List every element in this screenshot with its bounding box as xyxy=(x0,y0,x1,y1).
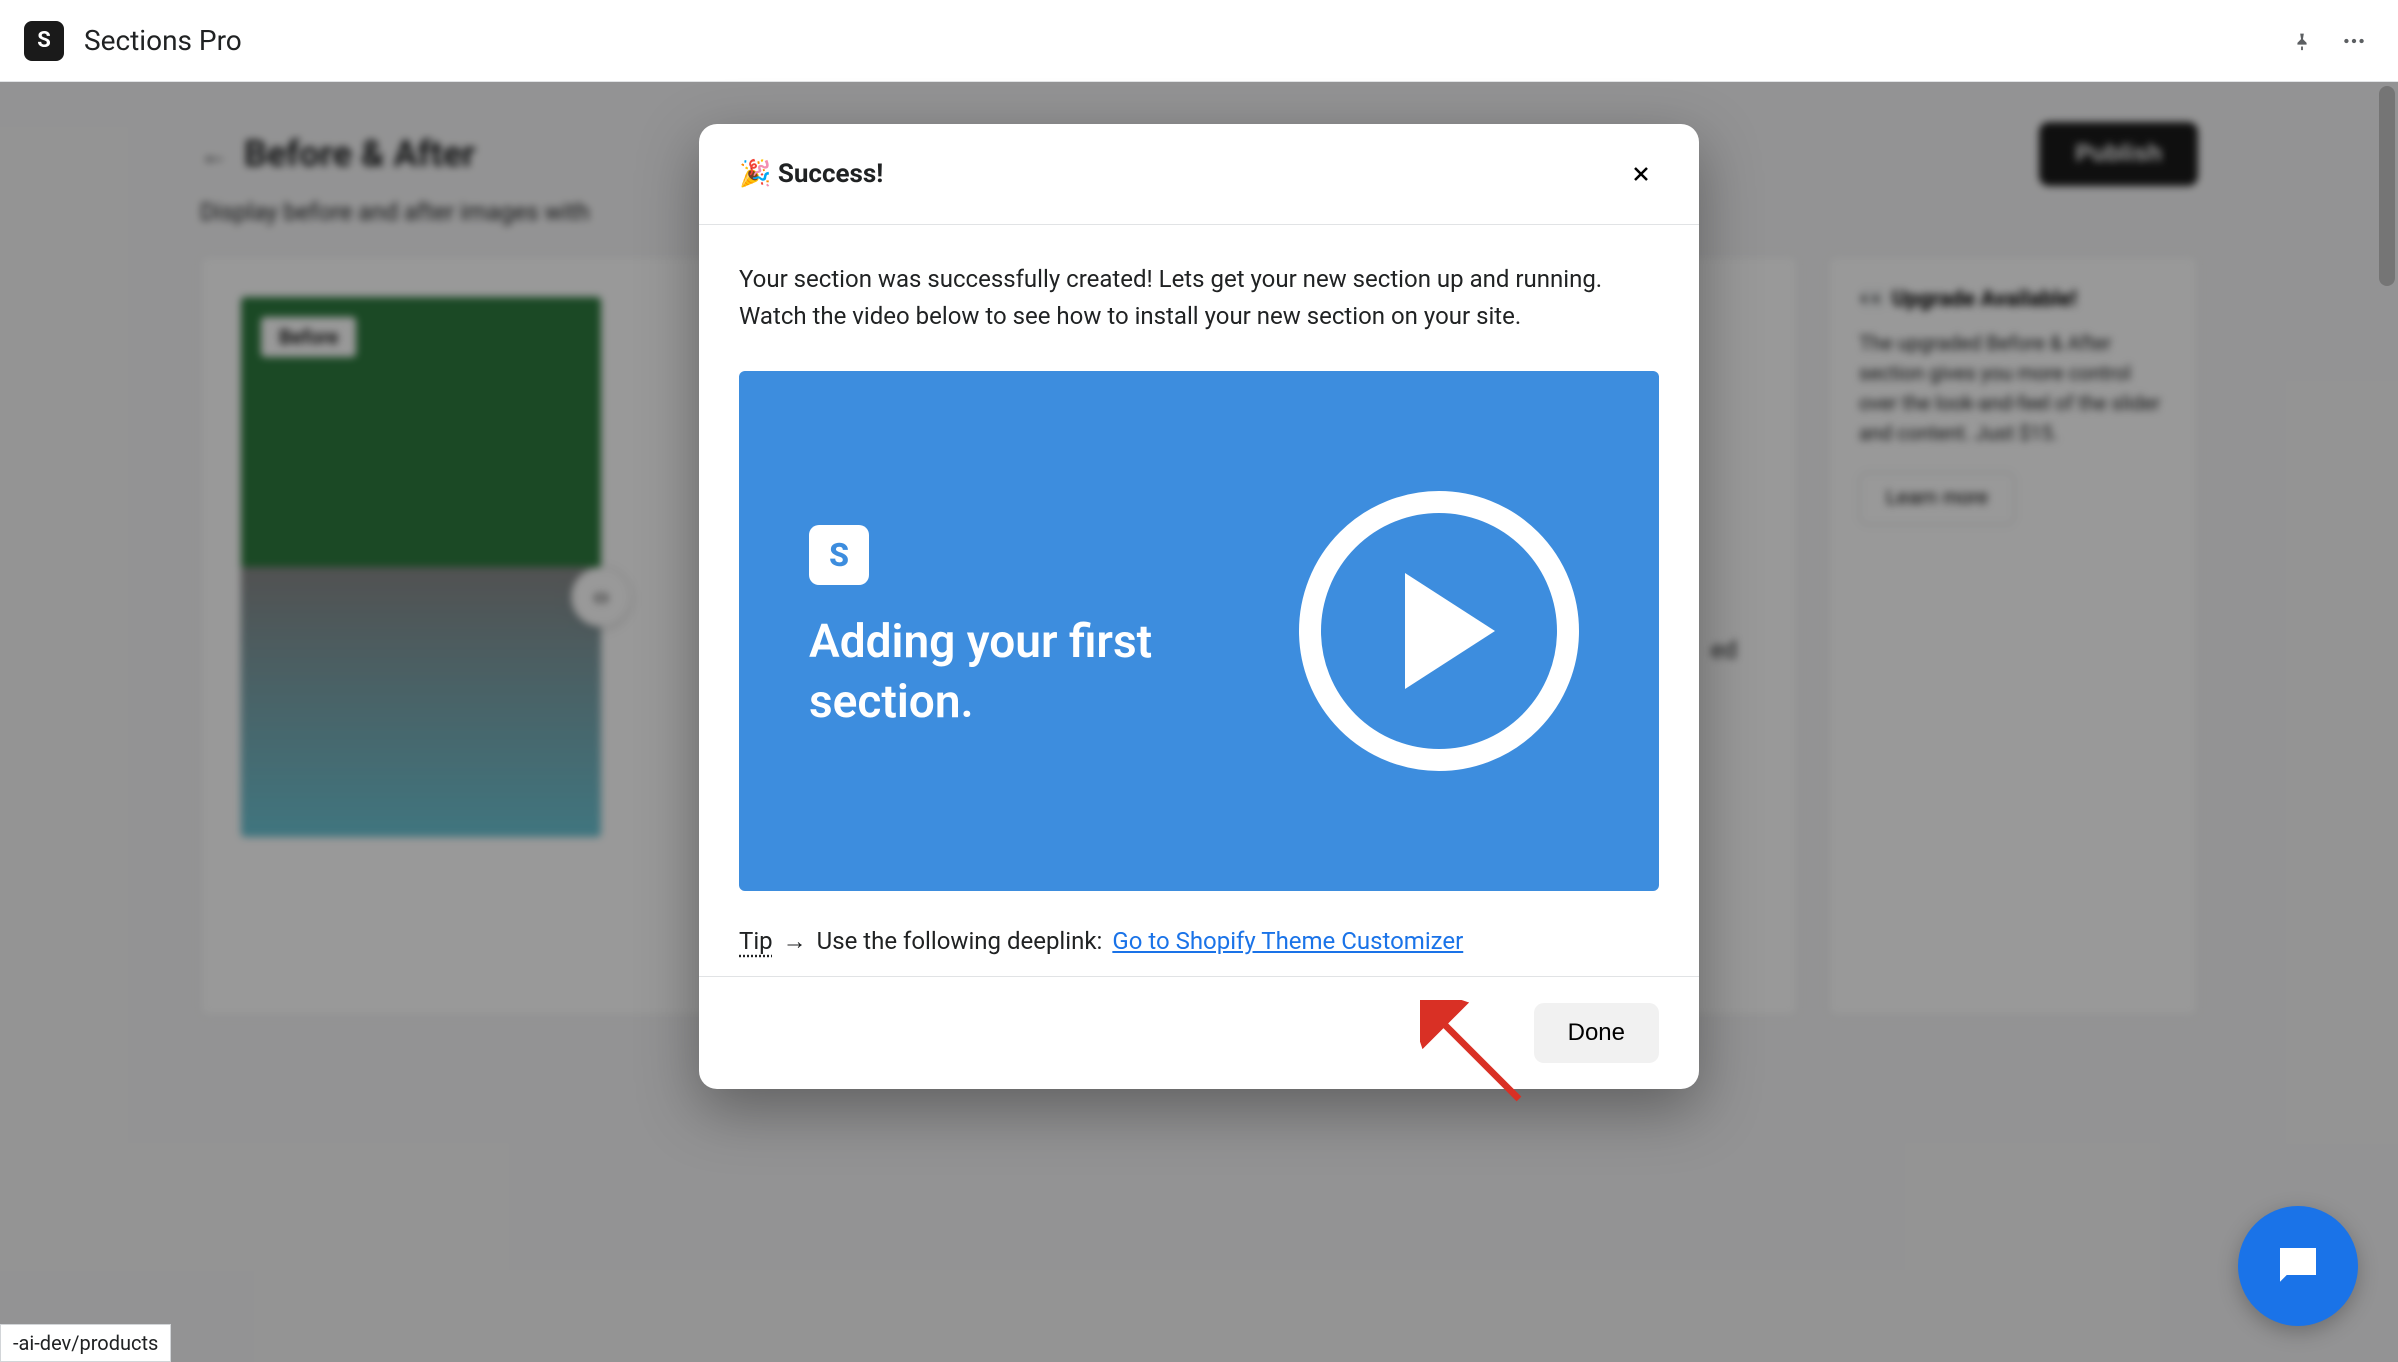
app-title: Sections Pro xyxy=(84,24,242,57)
modal-body: Your section was successfully created! L… xyxy=(699,225,1699,976)
close-icon[interactable] xyxy=(1623,156,1659,192)
header-actions xyxy=(2282,21,2374,61)
tip-arrow: → xyxy=(783,927,807,956)
modal-title: 🎉 Success! xyxy=(739,159,883,189)
deeplink[interactable]: Go to Shopify Theme Customizer xyxy=(1112,927,1463,955)
app-logo-letter: S xyxy=(37,28,51,53)
app-logo: S xyxy=(24,21,64,61)
modal-message: Your section was successfully created! L… xyxy=(739,261,1659,335)
video-logo-icon: S xyxy=(809,525,869,585)
chat-bubble-icon[interactable] xyxy=(2238,1206,2358,1326)
modal-header: 🎉 Success! xyxy=(699,124,1699,225)
tip-label: Tip xyxy=(739,927,773,955)
modal-footer: Done xyxy=(699,976,1699,1089)
success-modal: 🎉 Success! Your section was successfully… xyxy=(699,124,1699,1089)
more-icon[interactable] xyxy=(2334,21,2374,61)
done-button[interactable]: Done xyxy=(1534,1003,1659,1063)
play-icon xyxy=(1299,491,1579,771)
video-thumbnail[interactable]: S Adding your first section. xyxy=(739,371,1659,891)
tip-row: Tip → Use the following deeplink: Go to … xyxy=(739,927,1659,956)
pin-icon[interactable] xyxy=(2282,21,2322,61)
tip-text: Use the following deeplink: xyxy=(817,927,1103,955)
status-bar: -ai-dev/products xyxy=(0,1324,171,1362)
video-caption: Adding your first section. xyxy=(809,613,1249,733)
app-header: S Sections Pro xyxy=(0,0,2398,82)
